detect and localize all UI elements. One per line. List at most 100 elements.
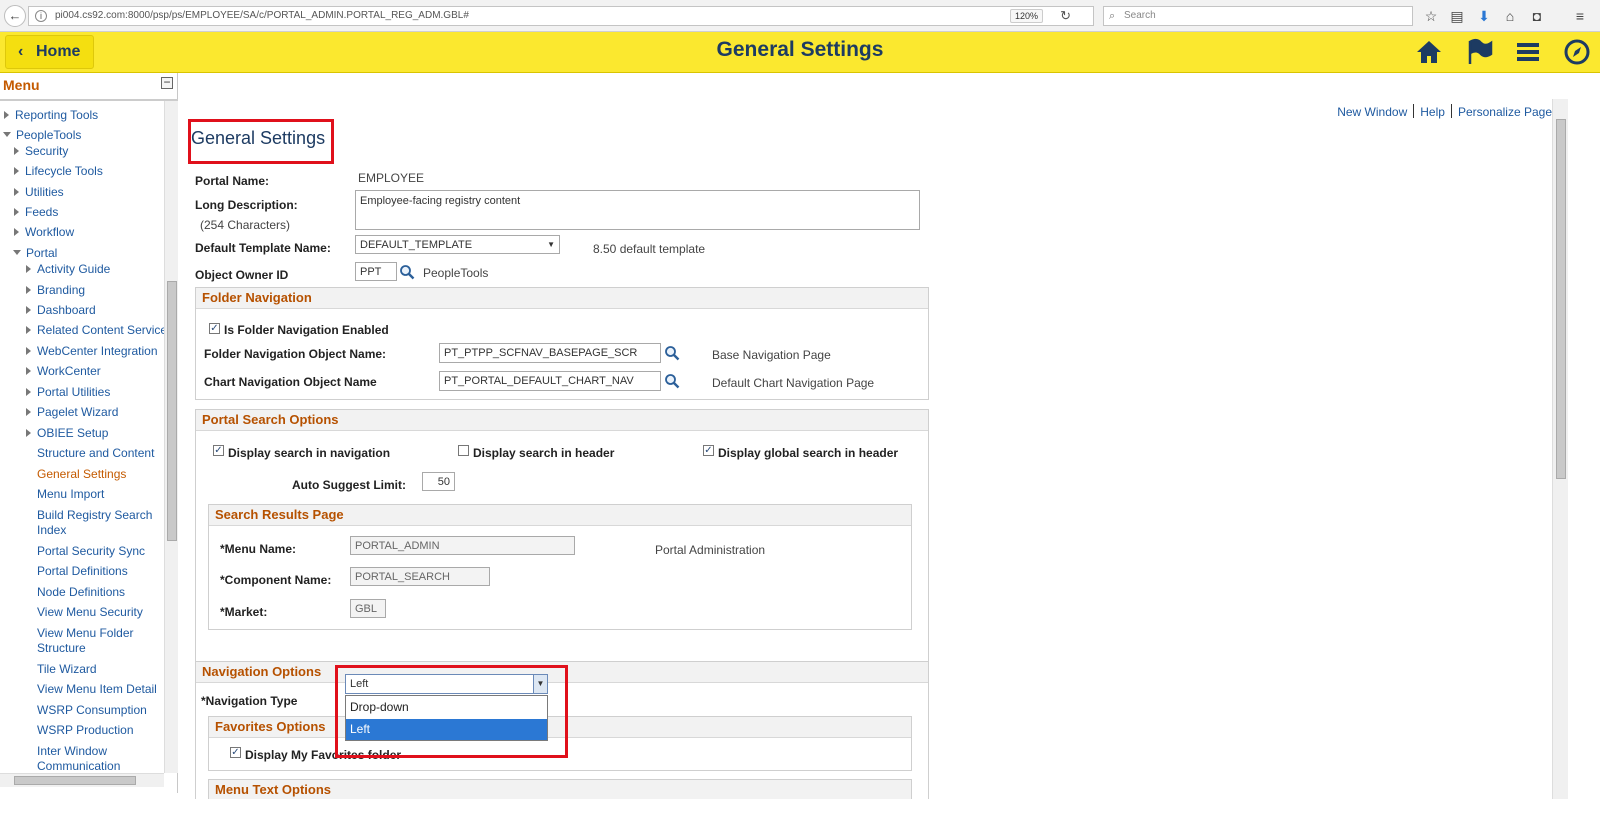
home-icon[interactable] [1414,37,1444,67]
menu-item-inter-window[interactable]: Inter Window [37,744,107,758]
folder-nav-enabled-checkbox[interactable]: ✓ [209,323,220,334]
menu-item-wsrp-production[interactable]: WSRP Production [37,723,134,737]
menu-item-view-menu-folder-cont[interactable]: Structure [37,641,86,655]
browser-home-icon[interactable]: ⌂ [1500,6,1520,26]
menu-item-branding[interactable]: Branding [26,283,85,297]
results-menu-name-input[interactable]: PORTAL_ADMIN [350,536,575,555]
page-scroll-thumb[interactable] [1556,119,1566,479]
results-component-name-input[interactable]: PORTAL_SEARCH [350,567,490,586]
navbar-compass-icon[interactable] [1562,37,1592,67]
menu-item-peopletools[interactable]: PeopleTools [3,128,81,142]
menu-vertical-scrollbar[interactable] [164,101,178,773]
object-owner-label: Object Owner ID [195,268,289,282]
bookmark-star-icon[interactable]: ☆ [1421,6,1441,26]
personalize-page-link[interactable]: Personalize Page [1458,105,1552,119]
global-search-in-header-label: Display global search in header [718,446,899,460]
results-market-input[interactable]: GBL [350,599,386,618]
collapse-icon[interactable]: − [161,76,173,89]
folder-nav-lookup-icon[interactable] [664,345,680,361]
reading-list-icon[interactable]: ▤ [1447,6,1467,26]
menu-item-portal-utilities[interactable]: Portal Utilities [26,385,110,399]
collapse-triangle-icon [13,250,21,255]
menu-item-pagelet-wizard[interactable]: Pagelet Wizard [26,405,118,419]
default-template-value: DEFAULT_TEMPLATE [360,239,473,251]
menu-item-menu-import[interactable]: Menu Import [37,487,104,501]
menu-item-obiee-setup[interactable]: OBIEE Setup [26,426,108,440]
auto-suggest-limit-label: Auto Suggest Limit: [292,478,406,492]
menu-item-build-registry[interactable]: Build Registry Search [37,508,152,522]
menu-item-structure-content[interactable]: Structure and Content [37,446,154,460]
browser-menu-icon[interactable]: ≡ [1570,6,1590,26]
expand-triangle-icon [14,188,19,196]
chart-nav-object-input[interactable]: PT_PORTAL_DEFAULT_CHART_NAV [439,371,661,391]
menu-item-workflow[interactable]: Workflow [14,225,74,239]
portal-search-options-header: Portal Search Options [196,410,928,431]
menu-item-activity-guide[interactable]: Activity Guide [26,262,110,276]
object-owner-input[interactable]: PPT [355,262,397,281]
menu-item-tile-wizard[interactable]: Tile Wizard [37,662,97,676]
menu-item-security[interactable]: Security [14,144,68,158]
menu-item-wsrp-consumption[interactable]: WSRP Consumption [37,703,147,717]
menu-item-lifecycle-tools[interactable]: Lifecycle Tools [14,164,103,178]
default-template-description: 8.50 default template [593,242,706,256]
folder-nav-object-label: Folder Navigation Object Name: [204,347,387,361]
menu-item-feeds[interactable]: Feeds [14,205,58,219]
folder-navigation-section: Folder Navigation ✓ Is Folder Navigation… [195,287,929,400]
menu-item-workcenter[interactable]: WorkCenter [26,364,101,378]
menu-item-related-content[interactable]: Related Content Service [26,323,167,337]
back-arrow-icon[interactable]: ← [4,5,26,27]
menu-item-inter-window-cont[interactable]: Communication [37,759,120,773]
menu-item-portal-definitions[interactable]: Portal Definitions [37,564,128,578]
default-template-label: Default Template Name: [195,241,331,255]
menu-item-view-menu-security[interactable]: View Menu Security [37,605,143,619]
expand-triangle-icon [26,265,31,273]
menu-item-portal[interactable]: Portal [13,246,57,260]
menu-item-dashboard[interactable]: Dashboard [26,303,96,317]
page-vertical-scrollbar[interactable] [1552,99,1568,799]
info-icon[interactable]: i [35,10,47,22]
address-bar[interactable]: i pi004.cs92.com:8000/psp/ps/EMPLOYEE/SA… [28,6,1094,26]
display-favorites-checkbox[interactable]: ✓ [230,747,241,758]
menu-item-node-definitions[interactable]: Node Definitions [37,585,125,599]
menu-item-portal-security-sync[interactable]: Portal Security Sync [37,544,145,558]
page-links: New Window Help Personalize Page [1337,104,1552,119]
flag-icon[interactable] [1464,37,1494,67]
pocket-icon[interactable]: ◘ [1527,6,1547,26]
global-search-in-header-checkbox[interactable]: ✓ [703,445,714,456]
main-content: New Window Help Personalize Page General S… [178,73,1552,799]
download-icon[interactable]: ⬇ [1474,6,1494,26]
long-description-textarea[interactable]: Employee-facing registry content [355,190,920,230]
results-menu-name-label: *Menu Name: [220,542,297,556]
menu-hscroll-thumb[interactable] [14,776,136,785]
expand-triangle-icon [26,388,31,396]
menu-item-build-registry-cont[interactable]: Index [37,523,66,537]
chart-nav-lookup-icon[interactable] [664,373,680,389]
search-in-navigation-checkbox[interactable]: ✓ [213,445,224,456]
search-in-header-checkbox[interactable] [458,445,469,456]
results-menu-name-description: Portal Administration [655,543,766,557]
menu-item-reporting-tools[interactable]: Reporting Tools [4,108,98,122]
navigation-type-label: *Navigation Type [201,694,298,708]
auto-suggest-limit-input[interactable]: 50 [422,472,455,491]
zoom-level[interactable]: 120% [1009,9,1043,23]
object-owner-lookup-icon[interactable] [399,264,415,280]
results-component-name-label: *Component Name: [220,573,332,587]
nav-menu-icon[interactable] [1513,37,1543,67]
new-window-link[interactable]: New Window [1337,105,1407,119]
search-in-navigation-label: Display search in navigation [228,446,391,460]
menu-horizontal-scrollbar[interactable] [0,773,164,787]
menu-item-general-settings[interactable]: General Settings [37,467,126,481]
menu-scroll-thumb[interactable] [167,281,177,541]
menu-item-view-menu-item-detail[interactable]: View Menu Item Detail [37,682,157,696]
help-link[interactable]: Help [1420,105,1445,119]
reload-icon[interactable]: ↻ [1060,7,1071,25]
menu-item-utilities[interactable]: Utilities [14,185,64,199]
folder-nav-object-input[interactable]: PT_PTPP_SCFNAV_BASEPAGE_SCR [439,343,661,363]
menu-item-webcenter[interactable]: WebCenter Integration [26,344,158,358]
menu-item-view-menu-folder[interactable]: View Menu Folder [37,626,134,640]
chart-nav-object-description: Default Chart Navigation Page [712,376,875,390]
results-market-label: *Market: [220,605,268,619]
expand-triangle-icon [26,286,31,294]
browser-search-input[interactable]: ⌕ Search [1103,6,1413,26]
default-template-select[interactable]: DEFAULT_TEMPLATE ▼ [355,235,560,254]
